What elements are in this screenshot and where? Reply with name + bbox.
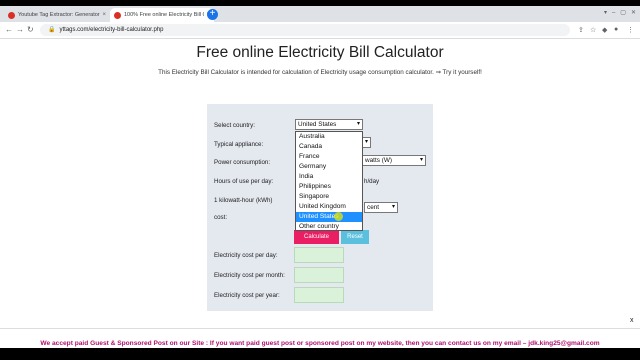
- intro-text: This Electricity Bill Calculator is inte…: [158, 69, 482, 76]
- country-option[interactable]: Philippines: [296, 182, 362, 192]
- lock-icon: 🔒: [48, 27, 56, 33]
- promo-text: We accept paid Guest & Sponsored Post on…: [40, 340, 600, 347]
- calculate-button[interactable]: Calculate: [294, 230, 339, 244]
- tab-title: Youtube Tag Extractor: Generator: [18, 12, 100, 18]
- url-field[interactable]: 🔒 yttags.com/electricity-bill-calculator.…: [40, 24, 570, 36]
- power-unit-select[interactable]: watts (W) ▾: [362, 155, 426, 166]
- country-option-highlighted[interactable]: United States: [296, 212, 362, 222]
- cost-per-day-label: Electricity cost per day:: [214, 252, 278, 259]
- country-option[interactable]: Canada: [296, 142, 362, 152]
- country-option[interactable]: Singapore: [296, 192, 362, 202]
- cursor-highlight-icon: [334, 212, 343, 221]
- appliance-select[interactable]: ▾: [362, 137, 371, 148]
- profile-icon[interactable]: ●: [614, 26, 618, 33]
- hours-label: Hours of use per day:: [214, 178, 274, 185]
- tab-title: 100% Free online Electricity Bill C: [124, 12, 205, 18]
- tab-youtube-tag-extractor[interactable]: Youtube Tag Extractor: Generator ×: [4, 8, 110, 22]
- new-tab-icon[interactable]: +: [207, 9, 218, 20]
- window-controls[interactable]: ▾ – ▢ ✕: [604, 9, 636, 16]
- address-bar: ← → ↻ 🔒 yttags.com/electricity-bill-calcu…: [0, 22, 640, 39]
- chevron-down-icon: ▾: [364, 139, 368, 145]
- kwh-label: 1 kilowatt-hour (kWh): [214, 197, 273, 204]
- reset-button[interactable]: Reset: [341, 230, 369, 244]
- close-icon[interactable]: x: [630, 317, 634, 324]
- forward-icon[interactable]: →: [16, 25, 24, 34]
- power-label: Power consumption:: [214, 159, 271, 166]
- chevron-down-icon: ▾: [419, 157, 423, 163]
- url-text: yttags.com/electricity-bill-calculator.p…: [59, 27, 164, 33]
- country-select[interactable]: United States ▾: [295, 119, 363, 130]
- country-option[interactable]: Germany: [296, 162, 362, 172]
- chevron-down-icon: ▾: [356, 121, 360, 127]
- country-select-value: United States: [298, 121, 337, 128]
- cost-unit-value: cent: [367, 204, 380, 211]
- close-tab-icon[interactable]: ×: [102, 12, 106, 18]
- hours-suffix: h/day: [364, 178, 380, 185]
- back-icon[interactable]: ←: [5, 25, 13, 34]
- extension-icon[interactable]: ◆: [602, 26, 607, 34]
- menu-icon[interactable]: ⋮: [627, 26, 634, 34]
- page-title: Free online Electricity Bill Calculator: [196, 44, 444, 61]
- country-label: Select country:: [214, 122, 255, 129]
- power-unit-value: watts (W): [365, 157, 392, 164]
- country-option[interactable]: United Kingdom: [296, 202, 362, 212]
- country-option[interactable]: Australia: [296, 132, 362, 142]
- country-dropdown-list[interactable]: Australia Canada France Germany India Ph…: [295, 131, 363, 231]
- site-favicon-icon: [8, 11, 15, 19]
- star-icon[interactable]: ☆: [590, 26, 596, 34]
- cost-label: cost:: [214, 214, 228, 221]
- cost-per-month-output: [294, 267, 344, 283]
- tab-electricity-bill[interactable]: 100% Free online Electricity Bill C ×: [110, 8, 214, 22]
- cost-per-day-output: [294, 247, 344, 263]
- cost-per-year-output: [294, 287, 344, 303]
- country-option[interactable]: India: [296, 172, 362, 182]
- cost-per-year-label: Electricity cost per year:: [214, 292, 280, 299]
- appliance-label: Typical appliance:: [214, 141, 264, 148]
- tab-bar: Youtube Tag Extractor: Generator × 100% …: [0, 6, 640, 22]
- cost-per-month-label: Electricity cost per month:: [214, 272, 285, 279]
- share-icon[interactable]: ⇪: [578, 26, 584, 34]
- country-option[interactable]: France: [296, 152, 362, 162]
- cost-unit-select[interactable]: cent ▾: [364, 202, 398, 213]
- chevron-down-icon: ▾: [391, 204, 395, 210]
- country-option[interactable]: Other country: [296, 222, 362, 232]
- promo-bar: We accept paid Guest & Sponsored Post on…: [0, 328, 640, 348]
- screen: Youtube Tag Extractor: Generator × 100% …: [0, 6, 640, 348]
- site-favicon-icon: [114, 11, 121, 19]
- reload-icon[interactable]: ↻: [27, 25, 34, 34]
